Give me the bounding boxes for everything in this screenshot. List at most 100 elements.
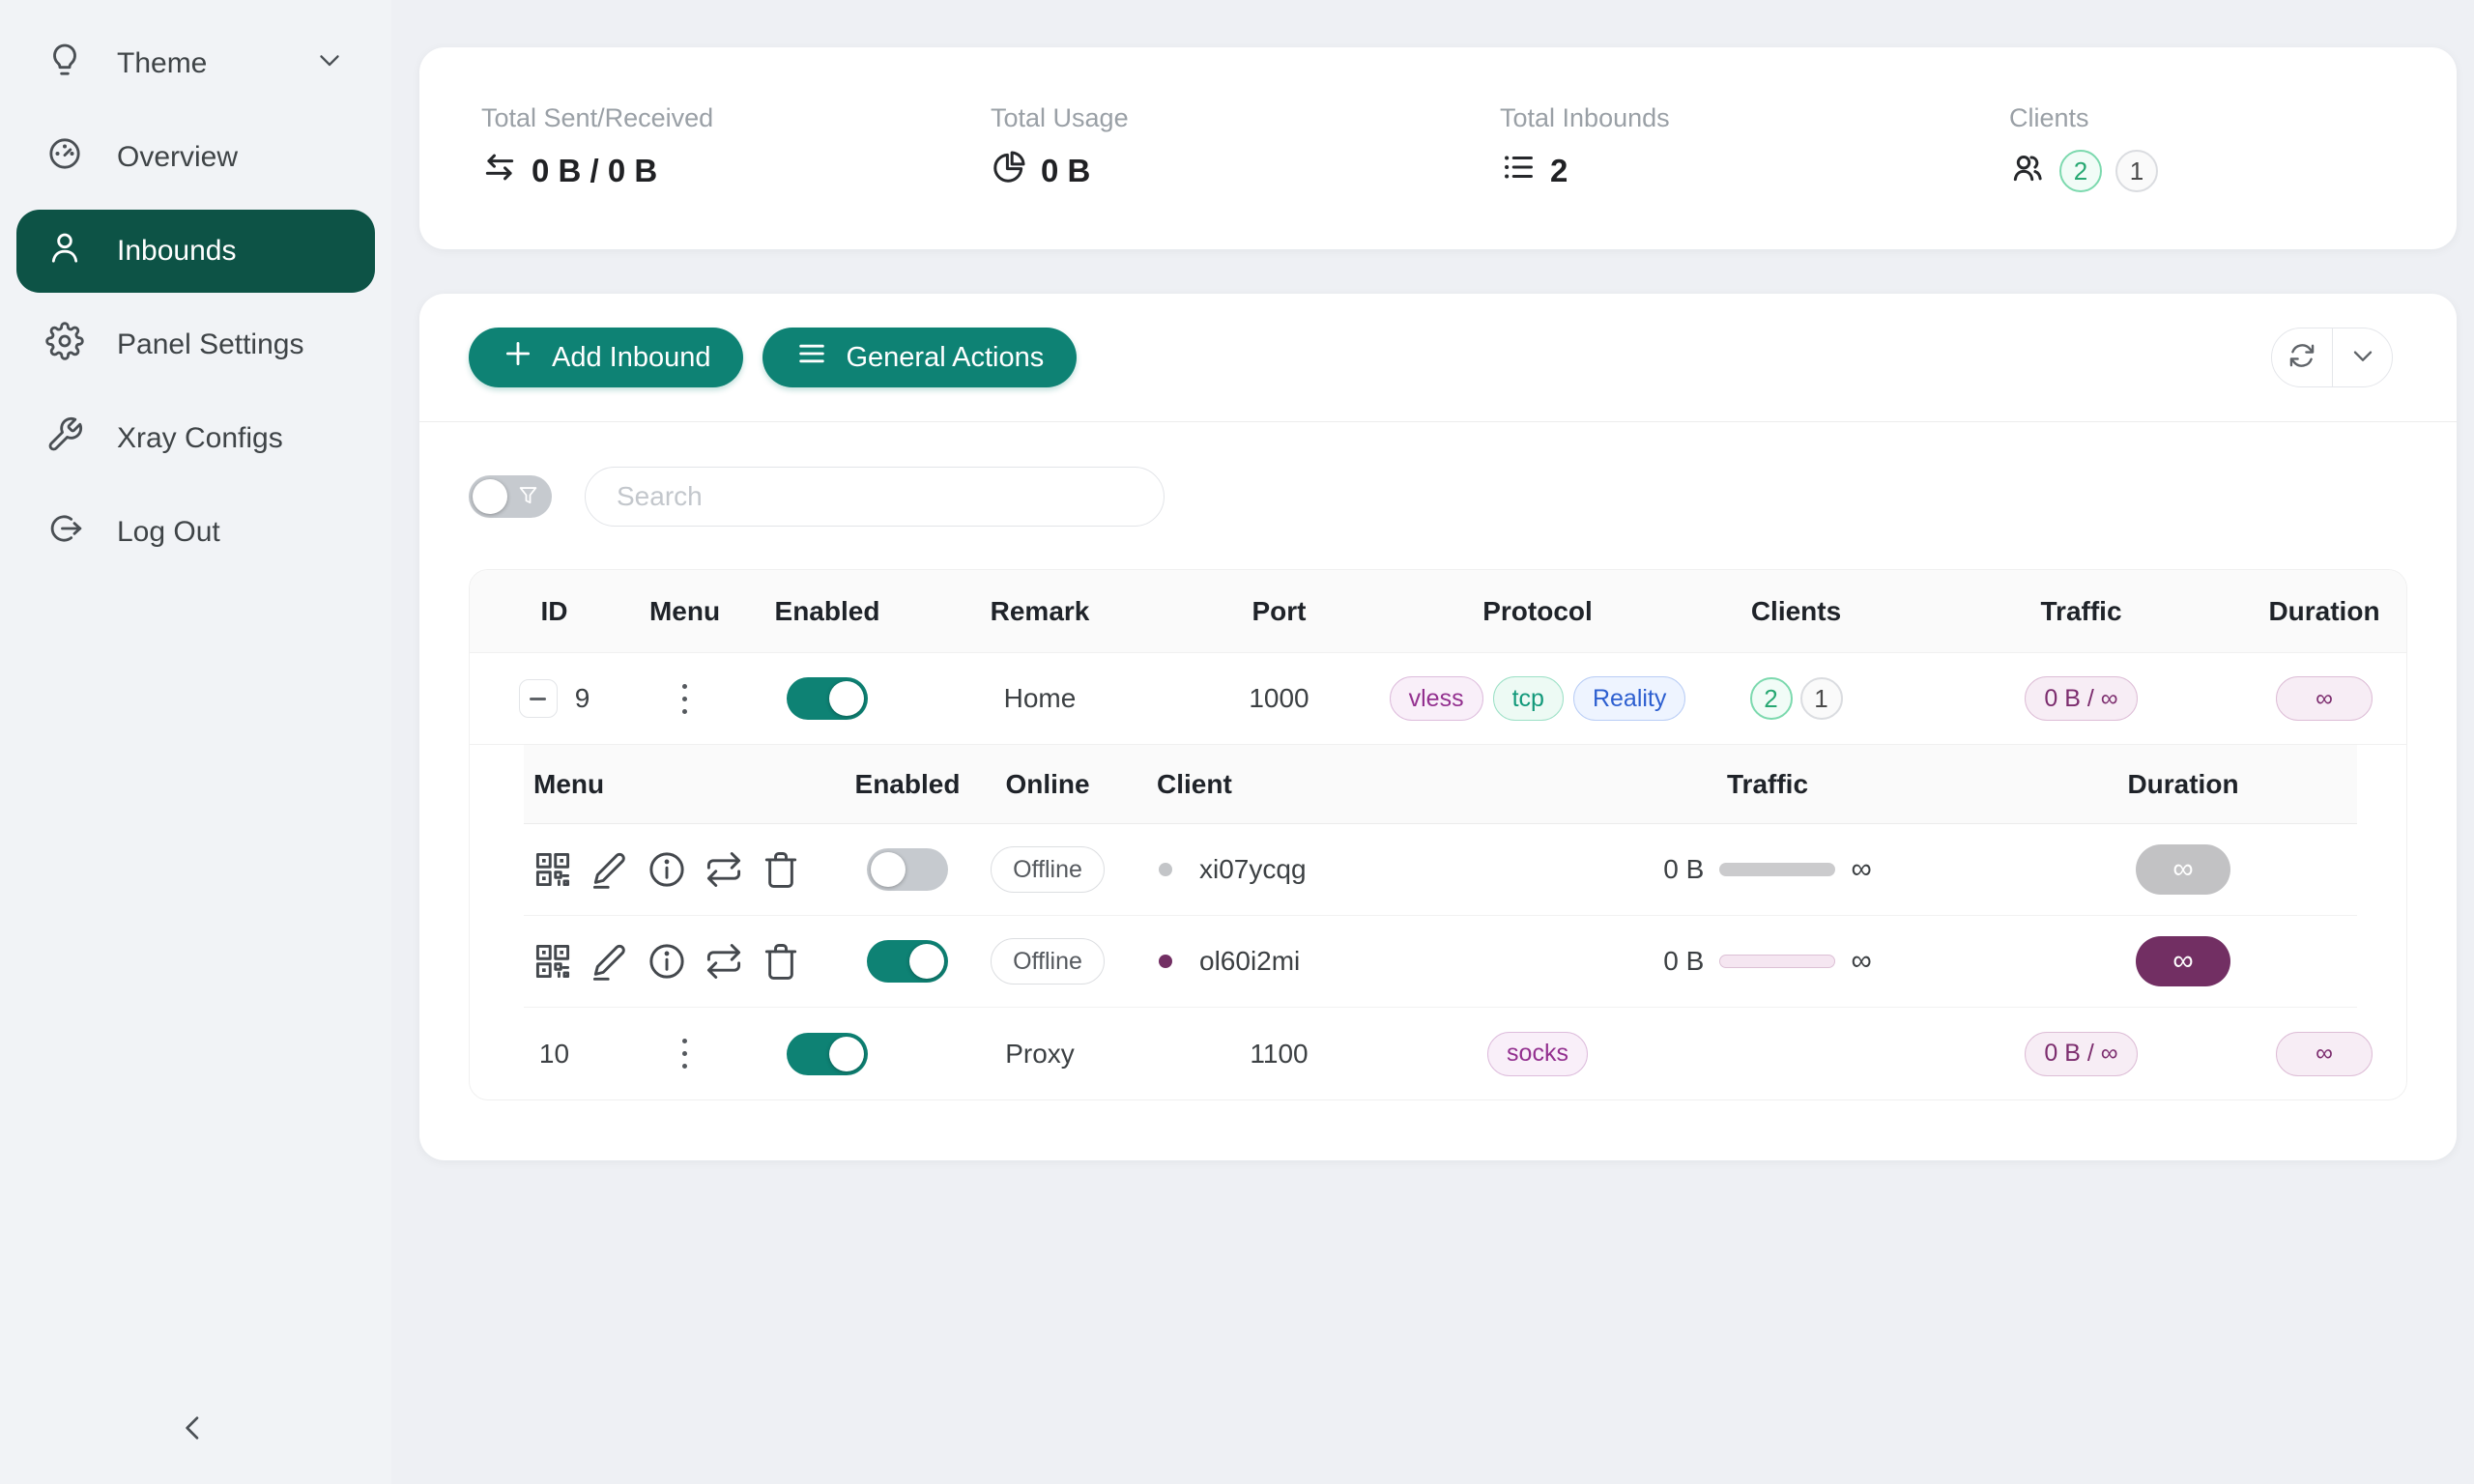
search-input[interactable] bbox=[585, 467, 1165, 527]
users-icon bbox=[2009, 149, 2046, 193]
plus-icon bbox=[502, 337, 534, 378]
delete-icon[interactable] bbox=[760, 940, 802, 983]
sidebar-item-label: Inbounds bbox=[117, 235, 236, 268]
sidebar-item-inbounds[interactable]: Inbounds bbox=[16, 210, 375, 293]
subcol-header-client: Client bbox=[1130, 769, 1526, 800]
stat-usage: Total Usage 0 B bbox=[929, 103, 1438, 193]
refresh-button[interactable] bbox=[2272, 328, 2332, 386]
chevron-down-icon bbox=[2347, 340, 2378, 376]
qrcode-icon[interactable] bbox=[532, 940, 574, 983]
app-root: Theme Overview Inbounds Panel Settings bbox=[0, 0, 2474, 1484]
edit-icon[interactable] bbox=[589, 848, 631, 891]
stat-clients: Clients 2 1 bbox=[1947, 103, 2457, 193]
toggle-knob bbox=[871, 852, 906, 887]
client-enabled-toggle[interactable] bbox=[867, 940, 948, 983]
filter-toggle[interactable] bbox=[469, 475, 552, 518]
toggle-knob bbox=[473, 479, 507, 514]
subcol-header-enabled: Enabled bbox=[849, 769, 965, 800]
col-header-port: Port bbox=[1156, 596, 1402, 627]
duration-badge[interactable]: ∞ bbox=[2136, 844, 2230, 895]
sidebar-item-log-out[interactable]: Log Out bbox=[16, 491, 375, 574]
inbound-enabled-toggle[interactable] bbox=[787, 677, 868, 720]
protocol-tag: tcp bbox=[1493, 676, 1564, 721]
inbounds-table: ID Menu Enabled Remark Port Protocol Cli… bbox=[469, 569, 2407, 1100]
row-remark: Home bbox=[1004, 683, 1077, 714]
protocol-tag: Reality bbox=[1573, 676, 1685, 721]
list-icon bbox=[1500, 149, 1537, 193]
col-header-clients: Clients bbox=[1673, 596, 1919, 627]
lightbulb-icon bbox=[45, 41, 84, 87]
gauge-icon bbox=[45, 134, 84, 181]
stat-value: 0 B / 0 B bbox=[532, 153, 657, 189]
stat-value: 2 bbox=[1550, 153, 1568, 189]
sidebar-item-xray-configs[interactable]: Xray Configs bbox=[16, 397, 375, 480]
chevron-down-icon bbox=[313, 43, 346, 84]
subcol-header-duration: Duration bbox=[2009, 769, 2357, 800]
col-header-traffic: Traffic bbox=[1919, 596, 2243, 627]
protocol-tag: socks bbox=[1487, 1032, 1588, 1076]
chevron-left-icon bbox=[175, 1410, 212, 1451]
client-row: Offline xi07ycqg 0 B ∞ ∞ bbox=[524, 824, 2357, 916]
sidebar-collapse-button[interactable] bbox=[166, 1403, 220, 1457]
sidebar-item-label: Overview bbox=[117, 141, 238, 174]
filter-row bbox=[419, 422, 2457, 527]
duration-tag[interactable]: ∞ bbox=[2276, 676, 2373, 721]
col-header-protocol: Protocol bbox=[1402, 596, 1673, 627]
row-id: 10 bbox=[539, 1039, 569, 1070]
traffic-tag: 0 B / ∞ bbox=[2025, 1032, 2137, 1076]
subcol-header-menu: Menu bbox=[524, 769, 849, 800]
sidebar-item-theme[interactable]: Theme bbox=[16, 22, 375, 105]
sidebar-item-label: Xray Configs bbox=[117, 422, 283, 455]
clients-disabled-badge: 1 bbox=[2115, 150, 2158, 192]
protocol-tag: vless bbox=[1390, 676, 1483, 721]
client-enabled-toggle[interactable] bbox=[867, 848, 948, 891]
info-icon[interactable] bbox=[646, 848, 688, 891]
stat-inbounds: Total Inbounds 2 bbox=[1438, 103, 1947, 193]
main-content: Total Sent/Received 0 B / 0 B Total Usag… bbox=[391, 0, 2474, 1484]
funnel-icon bbox=[515, 483, 541, 514]
sidebar: Theme Overview Inbounds Panel Settings bbox=[0, 0, 391, 1484]
sidebar-item-label: Panel Settings bbox=[117, 328, 303, 361]
table-row: 9 Home 1000 vless tcp Reality 2 bbox=[470, 653, 2406, 745]
row-port: 1000 bbox=[1249, 683, 1309, 714]
stat-label: Clients bbox=[2009, 103, 2457, 133]
col-header-enabled: Enabled bbox=[731, 596, 924, 627]
stat-value: 0 B bbox=[1041, 153, 1090, 189]
info-icon[interactable] bbox=[646, 940, 688, 983]
sidebar-item-panel-settings[interactable]: Panel Settings bbox=[16, 303, 375, 386]
row-menu-button[interactable] bbox=[675, 676, 695, 722]
stat-label: Total Sent/Received bbox=[481, 103, 929, 133]
client-row: Offline ol60i2mi 0 B ∞ ∞ bbox=[524, 916, 2357, 1008]
delete-icon[interactable] bbox=[760, 848, 802, 891]
reset-traffic-icon[interactable] bbox=[703, 940, 745, 983]
col-header-duration: Duration bbox=[2243, 596, 2405, 627]
qrcode-icon[interactable] bbox=[532, 848, 574, 891]
general-actions-button[interactable]: General Actions bbox=[762, 328, 1077, 387]
online-status-badge: Offline bbox=[991, 938, 1105, 985]
duration-badge[interactable]: ∞ bbox=[2136, 936, 2230, 986]
sidebar-item-overview[interactable]: Overview bbox=[16, 116, 375, 199]
row-id: 9 bbox=[575, 683, 590, 714]
traffic-used: 0 B bbox=[1663, 946, 1704, 977]
reset-traffic-icon[interactable] bbox=[703, 848, 745, 891]
traffic-used: 0 B bbox=[1663, 854, 1704, 885]
transfer-arrows-icon bbox=[481, 149, 518, 193]
inbound-enabled-toggle[interactable] bbox=[787, 1033, 868, 1075]
refresh-dropdown-button[interactable] bbox=[2332, 328, 2392, 386]
row-port: 1100 bbox=[1250, 1039, 1308, 1070]
inbounds-card: Add Inbound General Actions bbox=[419, 294, 2457, 1160]
edit-icon[interactable] bbox=[589, 940, 631, 983]
row-menu-button[interactable] bbox=[675, 1031, 695, 1076]
col-header-remark: Remark bbox=[924, 596, 1156, 627]
stat-label: Total Usage bbox=[991, 103, 1438, 133]
toggle-knob bbox=[829, 1037, 864, 1071]
traffic-progress-bar bbox=[1719, 955, 1835, 968]
refresh-icon bbox=[2287, 340, 2317, 376]
collapse-row-button[interactable] bbox=[519, 679, 558, 718]
gear-icon bbox=[45, 322, 84, 368]
add-inbound-button[interactable]: Add Inbound bbox=[469, 328, 743, 387]
duration-tag[interactable]: ∞ bbox=[2276, 1032, 2373, 1076]
online-status-badge: Offline bbox=[991, 846, 1105, 893]
clients-enabled-badge: 2 bbox=[2059, 150, 2102, 192]
general-actions-label: General Actions bbox=[846, 342, 1044, 374]
